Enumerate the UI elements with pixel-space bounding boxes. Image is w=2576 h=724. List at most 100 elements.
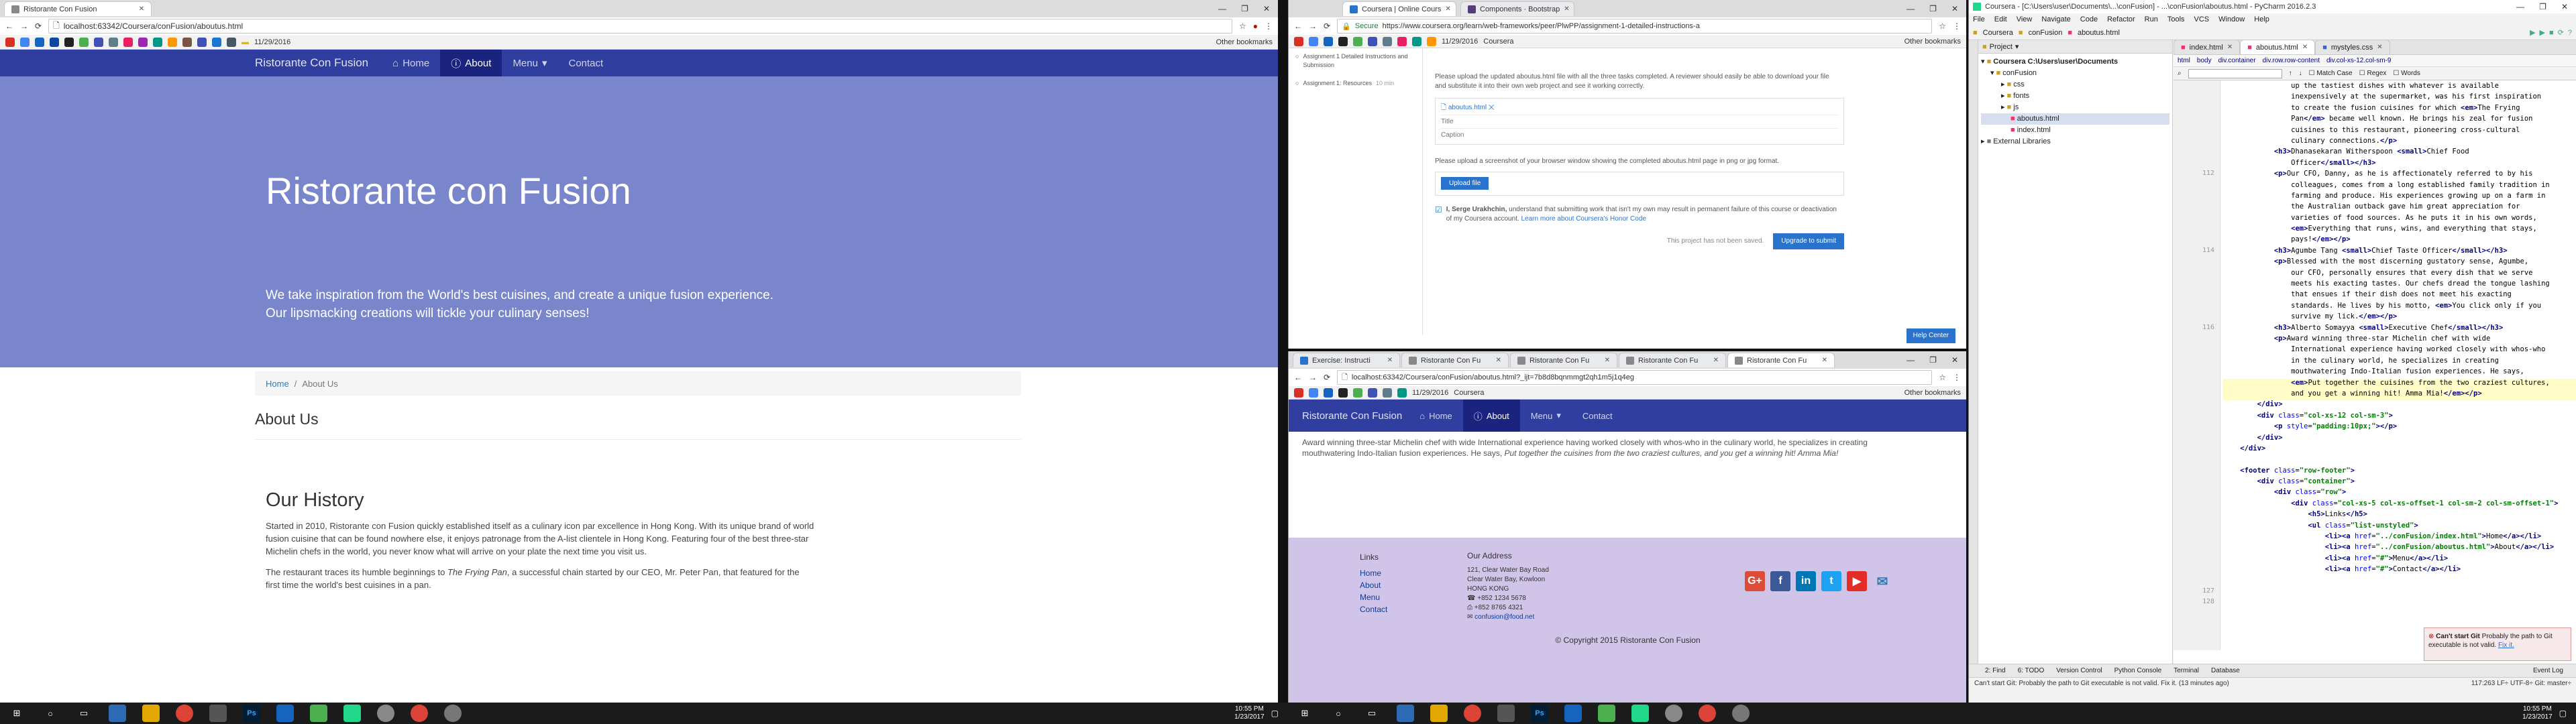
chevron-down-icon[interactable]: ▾	[2015, 42, 2019, 51]
bookmark-icon[interactable]	[20, 37, 30, 47]
bookmark-icon[interactable]	[50, 37, 59, 47]
url-input[interactable]: 🗋 localhost:63342/Coursera/conFusion/abou…	[1337, 370, 1933, 385]
reload-icon[interactable]: ⟳	[35, 21, 42, 31]
editor-tab-index[interactable]: ■ index.html ✕	[2174, 40, 2241, 54]
back-icon[interactable]: ←	[5, 21, 13, 31]
mail-icon[interactable]: ✉	[1872, 571, 1892, 591]
run-toolbar-icons[interactable]: ▶▶■⟳?	[2530, 28, 2576, 37]
bookmark-icon[interactable]	[1353, 36, 1362, 46]
star-icon[interactable]: ☆	[1239, 21, 1246, 31]
photoshop-icon[interactable]: Ps	[243, 705, 260, 722]
chrome-icon[interactable]	[1699, 705, 1716, 722]
tab-ristorante[interactable]: Ristorante Con Fu ✕	[1619, 353, 1726, 367]
tool-terminal[interactable]: Terminal	[2174, 667, 2199, 674]
close-window-icon[interactable]: ✕	[2561, 2, 2568, 11]
tree-root[interactable]: ▾ ■ Coursera C:\Users\user\Documents	[1981, 56, 2169, 68]
tree-folder-css[interactable]: ▸ ■ css	[1981, 79, 2169, 90]
bookmark-icon[interactable]	[153, 37, 162, 47]
code-line[interactable]: <p>Award winning three-star Michelin che…	[2223, 335, 2576, 345]
task-view-icon[interactable]: ▭	[1363, 705, 1381, 722]
code-line[interactable]: survive my lick.</em></p>	[2223, 312, 2576, 323]
code-line[interactable]: <li><a href="#">Menu</a></li>	[2223, 554, 2576, 565]
facebook-icon[interactable]: f	[1770, 571, 1790, 591]
bookmark-icon[interactable]	[1397, 36, 1407, 46]
code-line[interactable]: <em>Put together the cuisines from the t…	[2223, 378, 2576, 389]
explorer-icon[interactable]	[109, 705, 126, 722]
code-line[interactable]: <li><a href="../conFusion/index.html">Ho…	[2223, 532, 2576, 543]
tab-coursera[interactable]: Coursera | Online Cours ✕	[1342, 1, 1456, 16]
search-icon[interactable]: ○	[1330, 705, 1347, 722]
code-line[interactable]	[2223, 455, 2576, 466]
notification-center-icon[interactable]: ▢	[1271, 709, 1279, 718]
checkbox-icon[interactable]: ☑	[1435, 205, 1442, 224]
forward-icon[interactable]: →	[1309, 373, 1317, 382]
tool-todo[interactable]: 6: TODO	[2018, 667, 2045, 674]
search-icon[interactable]: ○	[42, 705, 59, 722]
bookmark-icon[interactable]	[1368, 36, 1377, 46]
caption-field[interactable]	[1441, 129, 1838, 141]
bookmark-icon[interactable]	[1353, 387, 1362, 398]
github-icon[interactable]	[64, 37, 74, 47]
title-field[interactable]	[1441, 115, 1838, 129]
breadcrumb-home[interactable]: Home	[266, 379, 289, 389]
windows-start-icon[interactable]: ⊞	[1296, 705, 1313, 722]
sidebar-item-instructions[interactable]: ○ Assignment 1 Detailed Instructions and …	[1295, 52, 1415, 70]
maximize-icon[interactable]: ❐	[1241, 4, 1248, 13]
sidebar-item-resources[interactable]: ○ Assignment 1: Resources 10 min	[1295, 79, 1415, 88]
nav-about[interactable]: ⓘ About	[440, 50, 502, 76]
code-line[interactable]: <p style="padding:10px;"></p>	[2223, 422, 2576, 433]
pycharm-icon[interactable]	[1631, 705, 1649, 722]
app-icon[interactable]	[377, 705, 394, 722]
code-line[interactable]: up the tastiest dishes with whatever is …	[2223, 82, 2576, 93]
code-line[interactable]: farming and produce. His experiences gro…	[2223, 192, 2576, 202]
chrome-icon[interactable]	[1464, 705, 1481, 722]
nav-menu[interactable]: Menu ▾	[502, 50, 557, 76]
chrome-menu-icon[interactable]: ⋮	[1265, 21, 1273, 31]
tab-ristorante[interactable]: Ristorante Con Fu ✕	[1401, 353, 1509, 367]
folder-icon[interactable]	[142, 705, 160, 722]
bookmark-coursera[interactable]: Coursera	[1483, 38, 1513, 46]
nav-crumb[interactable]: conFusion	[2029, 29, 2063, 37]
tool-python-console[interactable]: Python Console	[2114, 667, 2162, 674]
bookmark-date[interactable]: 11/29/2016	[1412, 389, 1448, 397]
tree-folder-confusion[interactable]: ▾ ■ conFusion	[1981, 68, 2169, 79]
code-line[interactable]: <div class="col-xs-5 col-xs-offset-1 col…	[2223, 499, 2576, 510]
bookmark-icon[interactable]	[79, 37, 89, 47]
bookmark-icon[interactable]	[212, 37, 221, 47]
status-info[interactable]: 117:263 LF÷ UTF-8÷ Git: master÷	[2471, 680, 2571, 687]
url-input[interactable]: 🗋 localhost:63342/Coursera/conFusion/abo…	[48, 19, 1232, 34]
code-line[interactable]: <ul class="list-unstyled">	[2223, 522, 2576, 532]
bookmark-icon[interactable]	[94, 37, 103, 47]
menu-file[interactable]: File	[1973, 15, 1985, 23]
tree-file-index[interactable]: ■ index.html	[1981, 125, 2169, 136]
editor-tab-mystyles[interactable]: ■ mystyles.css ✕	[2315, 40, 2390, 54]
navbar-brand[interactable]: Ristorante Con Fusion	[1302, 410, 1402, 422]
close-tab-icon[interactable]: ✕	[1445, 5, 1450, 13]
tool-event-log[interactable]: Event Log	[2533, 667, 2576, 674]
clock[interactable]: 10:55 PM 1/23/2017	[1234, 705, 1265, 721]
close-window-icon[interactable]: ✕	[1951, 4, 1958, 13]
nav-crumb[interactable]: aboutus.html	[2078, 29, 2120, 37]
gmail-icon[interactable]	[1294, 387, 1303, 398]
youtube-icon[interactable]: ▶	[1847, 571, 1867, 591]
code-line[interactable]: <div class="row">	[2223, 488, 2576, 499]
code-line[interactable]: in the culinary world, he specializes in…	[2223, 357, 2576, 367]
fix-it-link[interactable]: Fix it.	[2498, 642, 2514, 649]
windows-start-icon[interactable]: ⊞	[8, 705, 25, 722]
reload-icon[interactable]: ⟳	[1324, 373, 1330, 382]
code-line[interactable]: International experience having worked c…	[2223, 345, 2576, 356]
code-line[interactable]: meets his exacting tastes. Our chefs dre…	[2223, 280, 2576, 290]
arrow-down-icon[interactable]: ↓	[2299, 70, 2302, 77]
bookmark-coursera[interactable]: Coursera	[1454, 389, 1484, 397]
maximize-icon[interactable]: ❐	[2539, 2, 2546, 11]
code-line[interactable]: cuisines to this restaurant, pioneering …	[2223, 126, 2576, 137]
maximize-icon[interactable]: ❐	[1929, 4, 1937, 13]
help-center-button[interactable]: Help Center	[1906, 328, 1955, 343]
code-line[interactable]: colleagues, comes from a long establishe…	[2223, 181, 2576, 192]
submit-button[interactable]: Upgrade to submit	[1773, 233, 1844, 249]
nav-contact[interactable]: Contact	[1572, 400, 1623, 432]
tool-database[interactable]: Database	[2211, 667, 2240, 674]
code-editor[interactable]: 112 114 116 127 128 up the tastiest dishes w…	[2174, 80, 2576, 650]
footer-link-contact[interactable]: Contact	[1360, 603, 1387, 615]
pycharm-icon[interactable]	[343, 705, 361, 722]
